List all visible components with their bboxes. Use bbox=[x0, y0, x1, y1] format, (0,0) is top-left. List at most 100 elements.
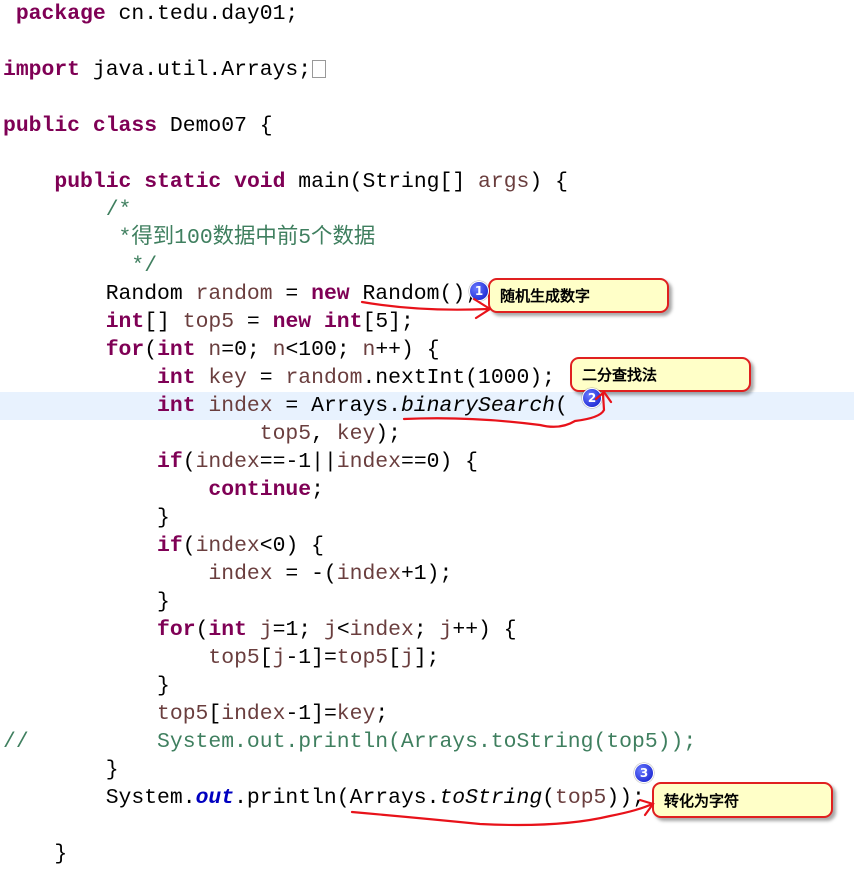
comment-token: /* bbox=[3, 198, 132, 222]
code-token: main(String[] bbox=[285, 170, 479, 194]
code-line[interactable]: */ bbox=[0, 252, 854, 280]
code-line[interactable]: // System.out.println(Arrays.toString(to… bbox=[0, 728, 854, 756]
code-editor[interactable]: package cn.tedu.day01; import java.util.A… bbox=[0, 0, 854, 868]
variable-token: n bbox=[208, 338, 222, 362]
code-line[interactable]: Random random = new Random(); bbox=[0, 280, 854, 308]
keyword-token: int bbox=[105, 310, 145, 334]
code-token: ( bbox=[182, 534, 196, 558]
code-line[interactable]: public static void main(String[] args) { bbox=[0, 168, 854, 196]
callout-badge-2: 2 bbox=[582, 388, 602, 408]
code-token: ); bbox=[375, 422, 401, 446]
variable-token: j bbox=[323, 618, 337, 642]
code-line[interactable]: int index = Arrays.binarySearch( bbox=[0, 392, 854, 420]
code-token: ++) { bbox=[375, 338, 440, 362]
code-line[interactable]: continue; bbox=[0, 476, 854, 504]
code-token: = -( bbox=[272, 562, 337, 586]
keyword-token: if bbox=[157, 450, 183, 474]
callout-random: 随机生成数字 bbox=[488, 278, 669, 313]
variable-token: args bbox=[478, 170, 530, 194]
variable-token: random bbox=[195, 282, 273, 306]
variable-token: top5 bbox=[157, 702, 209, 726]
code-line[interactable]: } bbox=[0, 672, 854, 700]
code-token: = bbox=[246, 366, 286, 390]
variable-token: index bbox=[221, 702, 286, 726]
code-line[interactable]: public class Demo07 { bbox=[0, 112, 854, 140]
code-line[interactable]: if(index==-1||index==0) { bbox=[0, 448, 854, 476]
callout-binary-search: 二分查找法 bbox=[570, 357, 751, 392]
code-line[interactable]: import java.util.Arrays; bbox=[0, 56, 854, 84]
code-token: [] bbox=[144, 310, 183, 334]
variable-token: top5 bbox=[182, 310, 235, 334]
field-token: out bbox=[195, 786, 235, 810]
variable-token: top5 bbox=[336, 646, 389, 670]
code-token: = bbox=[234, 310, 273, 334]
code-token: ; bbox=[311, 478, 324, 502]
callout-badge-3: 3 bbox=[634, 763, 654, 783]
code-token: [ bbox=[208, 702, 222, 726]
code-token: = Arrays. bbox=[272, 394, 401, 418]
code-token: +1); bbox=[400, 562, 453, 586]
code-token: =0; bbox=[221, 338, 273, 362]
variable-token: top5 bbox=[555, 786, 607, 810]
folded-imports-icon[interactable] bbox=[312, 60, 327, 78]
code-line[interactable]: *得到100数据中前5个数据 bbox=[0, 224, 854, 252]
code-line[interactable]: index = -(index+1); bbox=[0, 560, 854, 588]
code-line[interactable]: /* bbox=[0, 196, 854, 224]
keyword-token: new bbox=[272, 310, 312, 334]
code-token: Random(); bbox=[349, 282, 478, 306]
code-token: < bbox=[336, 618, 350, 642]
code-line[interactable]: for(int j=1; j<index; j++) { bbox=[0, 616, 854, 644]
variable-token: index bbox=[349, 618, 414, 642]
code-token: -1]= bbox=[285, 646, 337, 670]
code-token: ==0) { bbox=[400, 450, 479, 474]
code-line[interactable] bbox=[0, 28, 854, 56]
code-token: .println(Arrays. bbox=[234, 786, 440, 810]
keyword-token: for bbox=[157, 618, 196, 642]
code-token: } bbox=[3, 590, 170, 614]
code-token: } bbox=[3, 674, 170, 698]
keyword-token: class bbox=[92, 114, 158, 138]
code-line[interactable]: top5[index-1]=key; bbox=[0, 700, 854, 728]
code-line[interactable]: package cn.tedu.day01; bbox=[0, 0, 854, 28]
code-token: System. bbox=[3, 786, 196, 810]
code-line[interactable] bbox=[0, 140, 854, 168]
code-token: )); bbox=[606, 786, 645, 810]
code-line[interactable] bbox=[0, 84, 854, 112]
code-line[interactable]: } bbox=[0, 840, 854, 868]
keyword-token: int bbox=[208, 618, 247, 642]
keyword-token: int bbox=[157, 394, 196, 418]
code-token: ( bbox=[555, 394, 568, 418]
code-token: java.util.Arrays; bbox=[80, 58, 312, 82]
code-line[interactable]: if(index<0) { bbox=[0, 532, 854, 560]
callout-text: 二分查找法 bbox=[582, 366, 658, 384]
variable-token: index bbox=[208, 562, 273, 586]
keyword-token: void bbox=[234, 170, 286, 194]
code-line[interactable]: top5[j-1]=top5[j]; bbox=[0, 644, 854, 672]
code-line[interactable]: int[] top5 = new int[5]; bbox=[0, 308, 854, 336]
code-line[interactable]: } bbox=[0, 756, 854, 784]
code-line[interactable]: top5, key); bbox=[0, 420, 854, 448]
code-token: } bbox=[3, 842, 68, 866]
variable-token: index bbox=[208, 394, 273, 418]
keyword-token: public bbox=[3, 114, 81, 138]
keyword-token: package bbox=[15, 2, 106, 26]
code-line[interactable]: } bbox=[0, 504, 854, 532]
method-token: toString bbox=[439, 786, 543, 810]
code-line[interactable]: } bbox=[0, 588, 854, 616]
code-token: } bbox=[3, 506, 170, 530]
